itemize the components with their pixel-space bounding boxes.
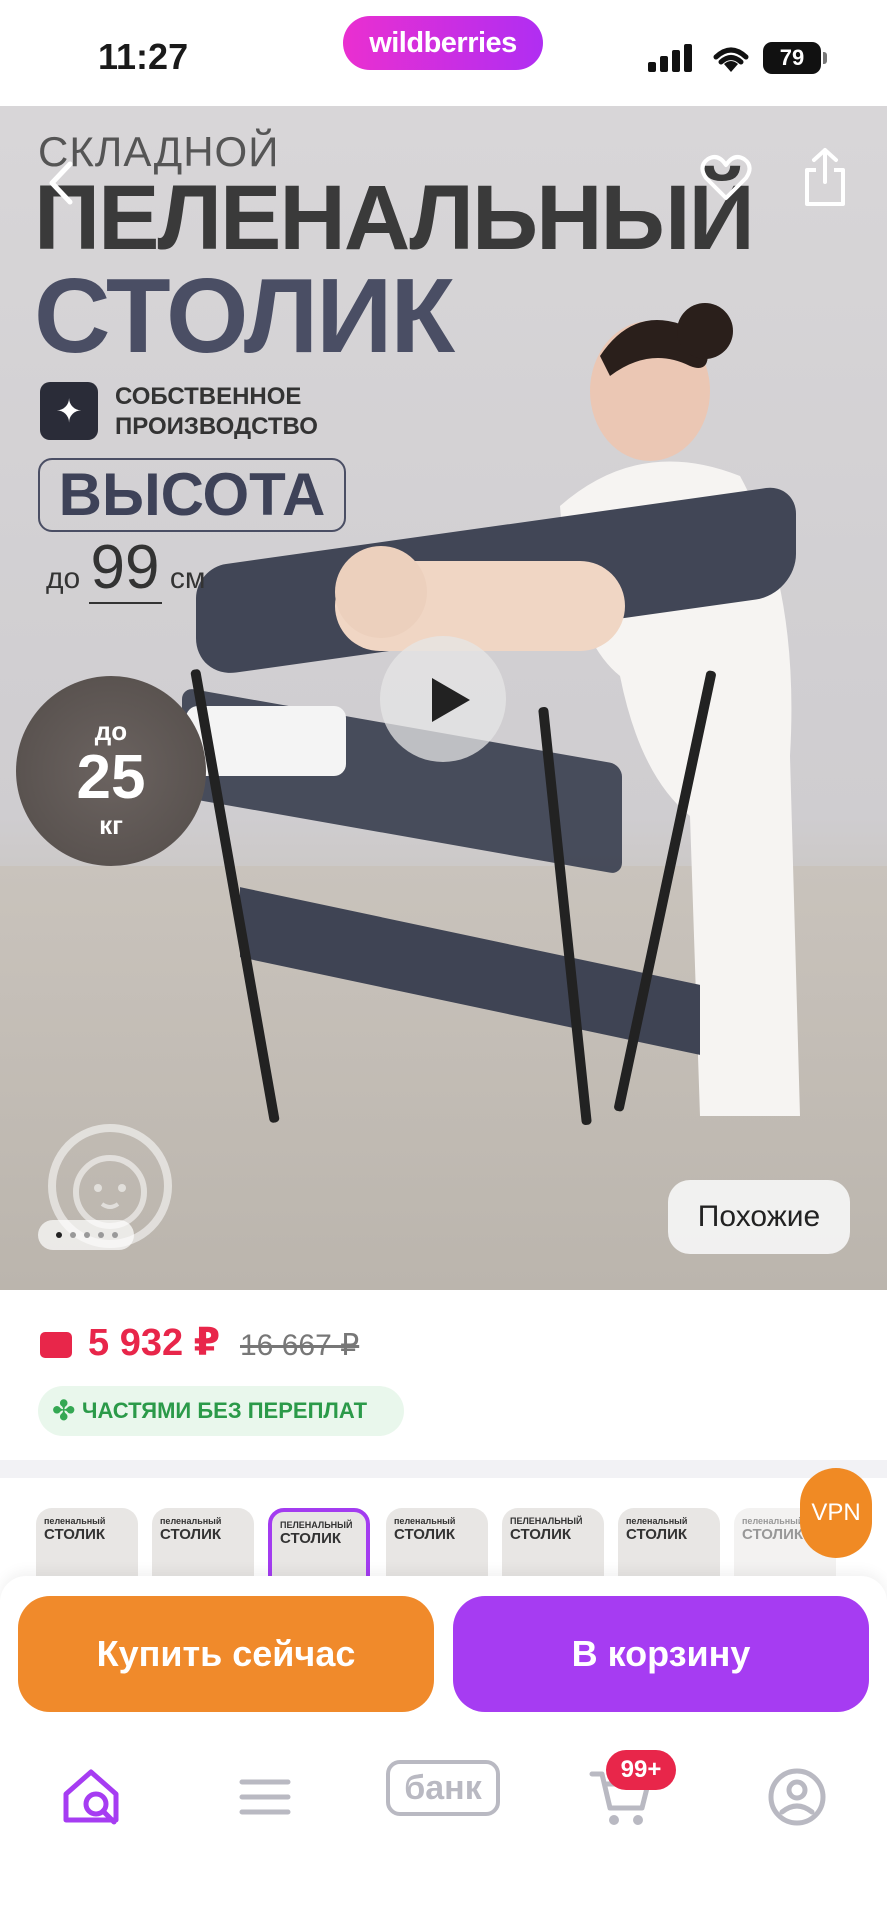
wifi-icon <box>713 47 749 72</box>
height-value-row: до 99 см <box>46 532 206 604</box>
status-bar: 11:27 wildberries 79 <box>0 0 887 106</box>
thumbnail-line1: пеленальный <box>44 1516 106 1526</box>
buy-now-button[interactable]: Купить сейчас <box>18 1596 434 1712</box>
height-label: ВЫСОТА <box>38 458 346 532</box>
height-unit: см <box>169 562 206 595</box>
sparkle-icon <box>40 382 98 440</box>
thumbnail-line1: пеленальный <box>394 1516 456 1526</box>
product-photo-baby-head <box>335 546 427 638</box>
pagination-dot <box>84 1232 90 1238</box>
height-value: 99 <box>88 533 162 604</box>
back-arrow-icon[interactable] <box>42 158 82 208</box>
play-video-button[interactable] <box>380 636 506 762</box>
product-gallery[interactable]: СКЛАДНОЙ ПЕЛЕНАЛЬНЫЙ СТОЛИК СОБСТВЕННОЕ … <box>0 106 887 1290</box>
similar-button[interactable]: Похожие <box>668 1180 850 1254</box>
wallet-icon <box>40 1332 72 1358</box>
thumbnail-line1: пеленальный <box>742 1516 804 1526</box>
old-price: 16 667 ₽ <box>240 1329 360 1362</box>
thumbnail-line2: СТОЛИК <box>510 1526 572 1543</box>
bank-tab[interactable]: банк <box>386 1760 500 1816</box>
thumbnail-line2: СТОЛИК <box>44 1526 106 1543</box>
home-search-icon[interactable] <box>58 1764 124 1830</box>
battery-indicator: 79 <box>763 42 827 74</box>
gallery-pagination <box>38 1220 134 1250</box>
pagination-dot <box>98 1232 104 1238</box>
current-price: 5 932 ₽ <box>88 1322 221 1364</box>
pagination-dot <box>112 1232 118 1238</box>
height-prefix: до <box>46 562 81 595</box>
share-icon[interactable] <box>800 146 850 208</box>
vpn-button[interactable]: VPN <box>800 1468 872 1558</box>
headline-line2: СТОЛИК <box>34 257 455 375</box>
weight-badge: до 25 кг <box>16 676 206 866</box>
purchase-bar: Купить сейчас В корзину <box>0 1576 887 1726</box>
thumbnail-line2: СТОЛИК <box>626 1526 688 1543</box>
cart-count-badge: 99+ <box>606 1750 676 1790</box>
bottom-tab-bar: банк 99+ <box>0 1726 887 1920</box>
thumbnail-line2: СТОЛИК <box>160 1526 222 1543</box>
thumbnail-line1: пеленальный <box>626 1516 688 1526</box>
thumbnail-line2: СТОЛИК <box>394 1526 456 1543</box>
status-time: 11:27 <box>98 36 189 77</box>
add-to-cart-button[interactable]: В корзину <box>453 1596 869 1712</box>
heart-icon[interactable] <box>698 150 754 206</box>
thumbnail-line1: пеленальный <box>160 1516 222 1526</box>
profile-icon[interactable] <box>764 1764 830 1830</box>
pagination-dot <box>56 1232 62 1238</box>
thumbnail-line2: СТОЛИК <box>280 1530 342 1547</box>
price-card: 5 932 ₽ 16 667 ₽ ЧАСТЯМИ БЕЗ ПЕРЕПЛАТ <box>0 1290 887 1460</box>
own-production-label: СОБСТВЕННОЕ ПРОИЗВОДСТВО <box>115 383 318 440</box>
pagination-dot <box>70 1232 76 1238</box>
thumbnail-line1: ПЕЛЕНАЛЬНЫЙ <box>510 1516 583 1526</box>
catalog-menu-icon[interactable] <box>232 1764 298 1830</box>
cellular-signal-icon <box>648 44 694 72</box>
weight-value: 25 <box>76 743 146 812</box>
thumbnail-line1: ПЕЛЕНАЛЬНЫЙ <box>280 1520 353 1530</box>
section-divider <box>0 1460 887 1478</box>
weight-unit: кг <box>99 810 123 840</box>
brand-logo[interactable]: wildberries <box>343 16 543 70</box>
installment-badge[interactable]: ЧАСТЯМИ БЕЗ ПЕРЕПЛАТ <box>38 1386 404 1436</box>
